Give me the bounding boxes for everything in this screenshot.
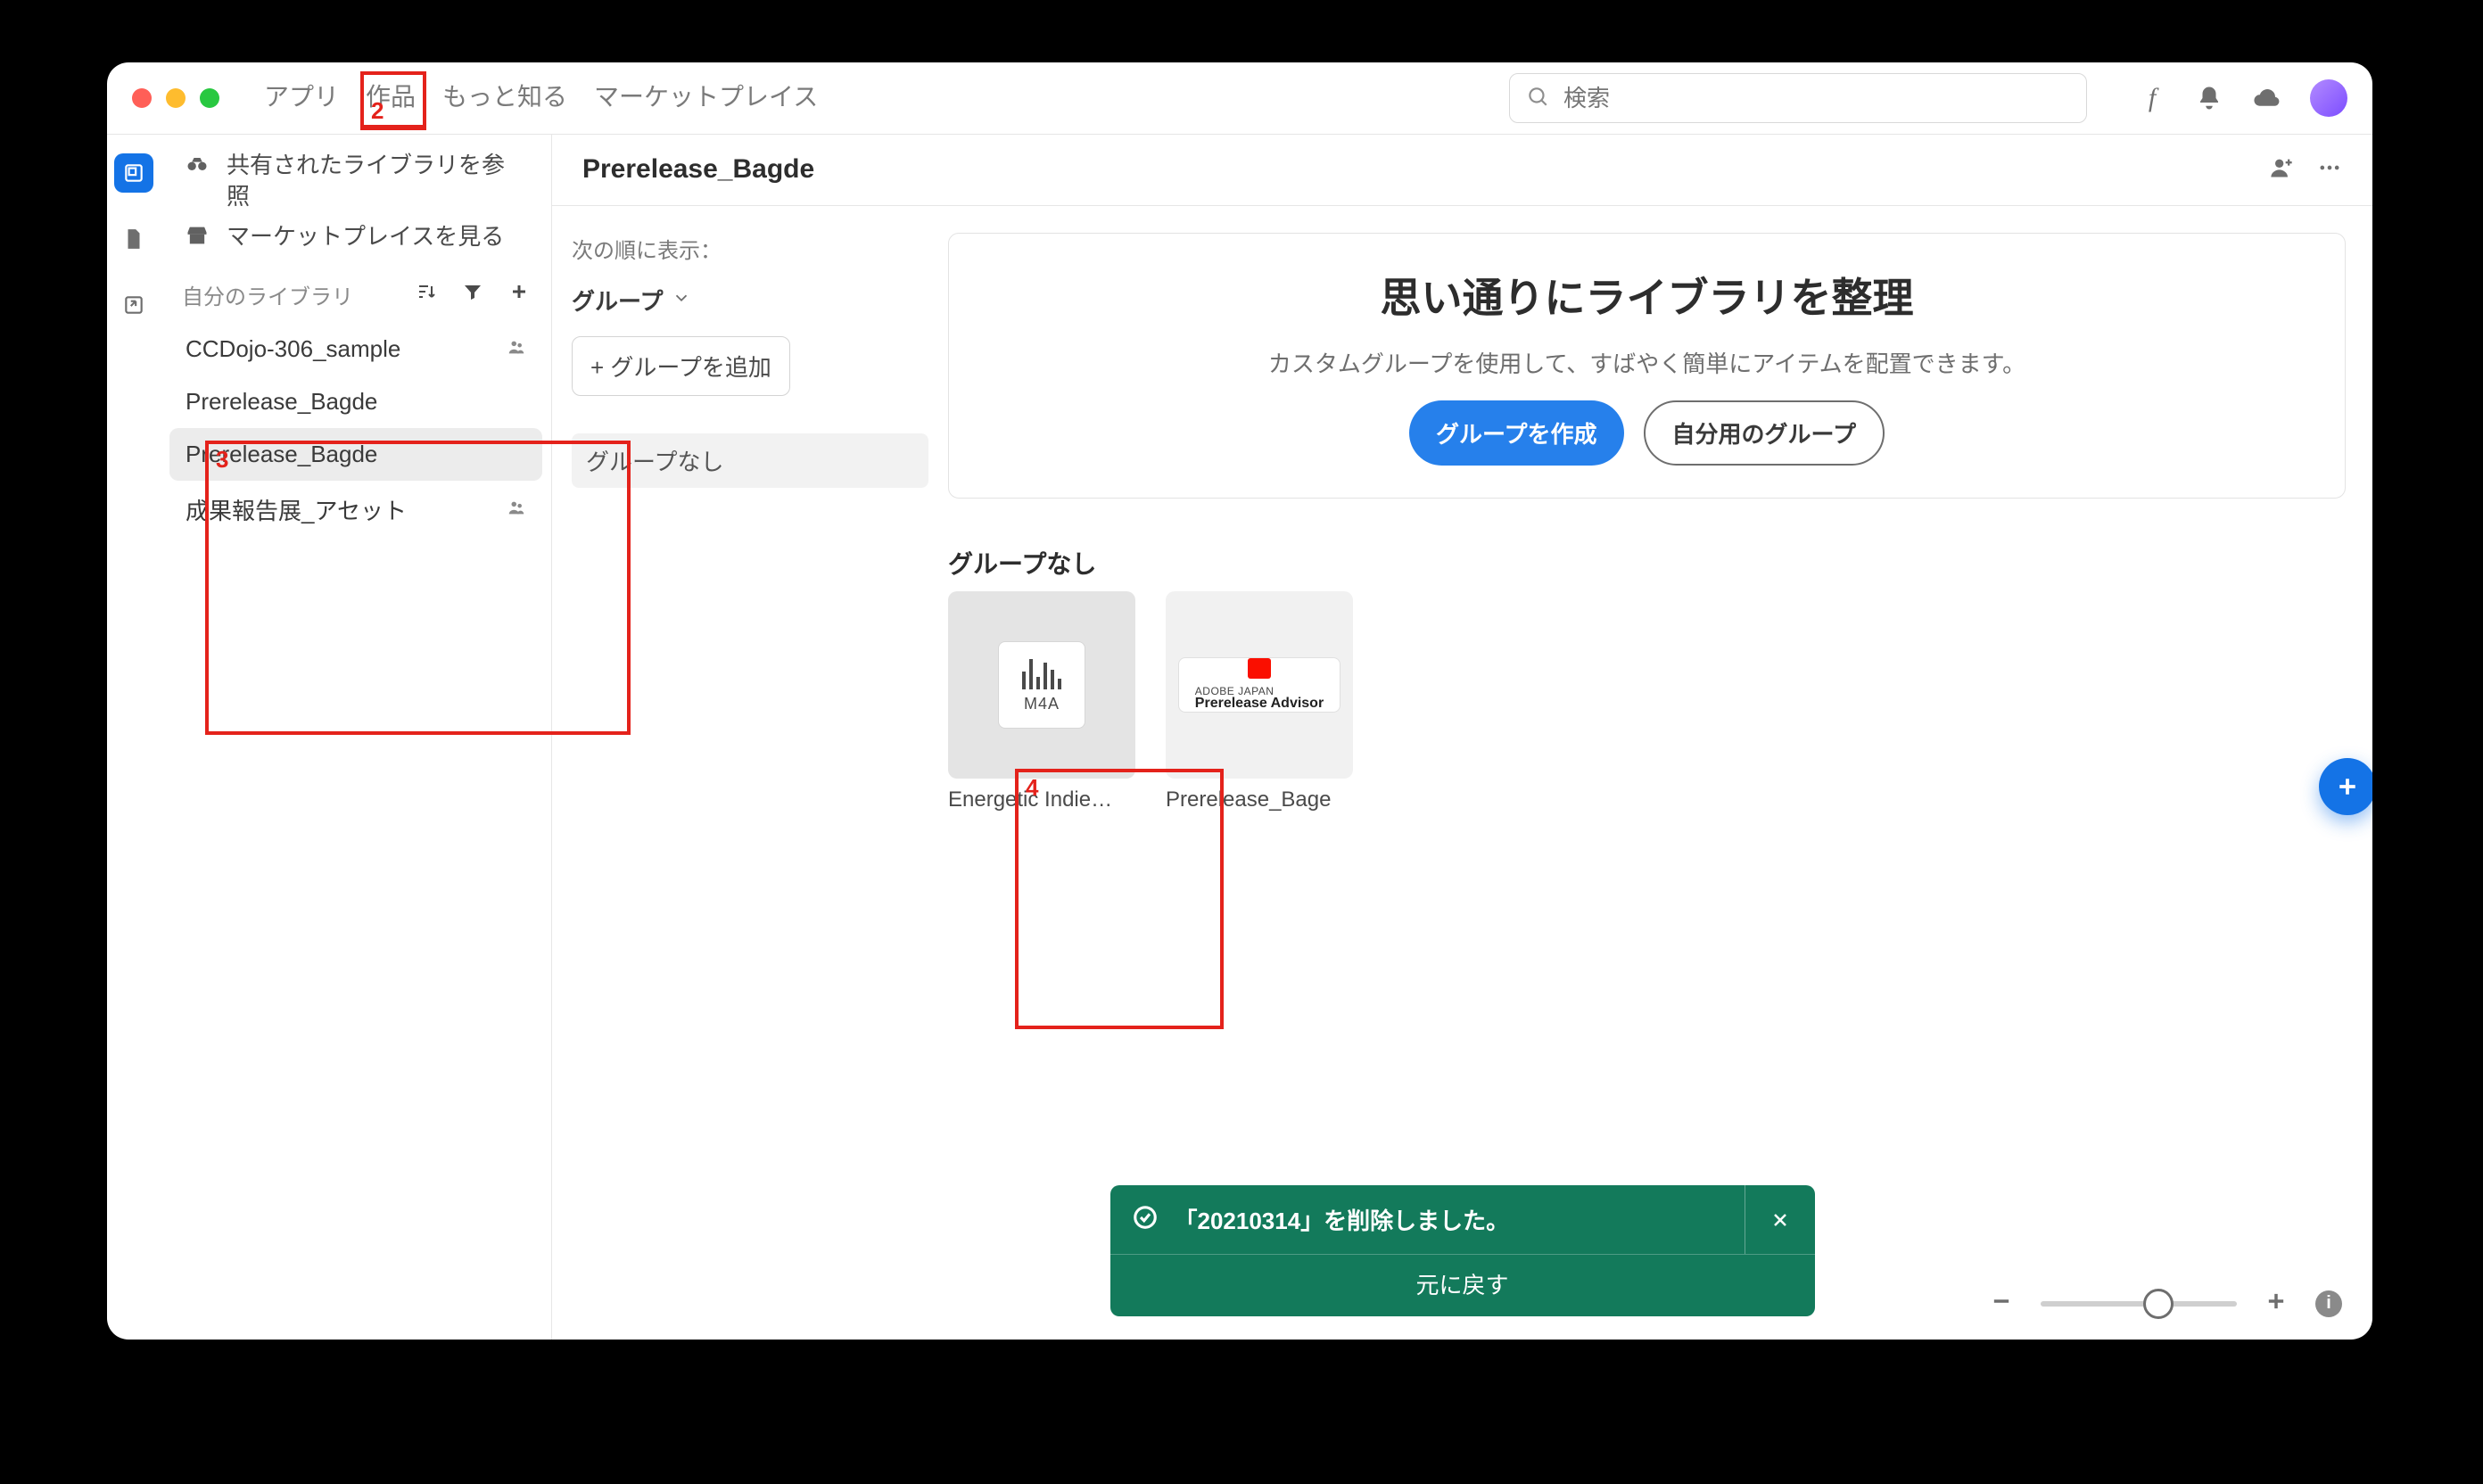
sidebar-links: 共有されたライブラリを参照 マーケットプレイスを見る <box>161 134 551 261</box>
library-item-1-name: Prerelease_Bagde <box>186 388 377 416</box>
main-body: 次の順に表示： グループ + グループを追加 グループなし 思い通りにライブラリ… <box>552 206 2372 1340</box>
zoom-slider[interactable] <box>2041 1301 2237 1307</box>
sidebar-link-marketplace[interactable]: マーケットプレイスを見る <box>182 221 530 252</box>
sidebar-header: 自分のライブラリ <box>161 261 551 317</box>
assets-section-title: グループなし <box>948 545 2346 581</box>
asset-card-0[interactable]: M4A Energetic Indie… <box>948 591 1135 812</box>
sidebar: 共有されたライブラリを参照 マーケットプレイスを見る 自分のライブラリ <box>161 134 552 1340</box>
menu-learn[interactable]: もっと知る <box>437 78 573 119</box>
adobe-logo-icon <box>1248 658 1271 679</box>
hero-banner: 思い通りにライブラリを整理 カスタムグループを使用して、すばやく簡単にアイテムを… <box>948 233 2346 499</box>
library-list: CCDojo-306_sample Prerelease_Bagde Prere… <box>161 317 551 539</box>
check-circle-icon <box>1132 1204 1159 1235</box>
main-header-icons <box>2269 155 2342 185</box>
fonts-icon[interactable]: f <box>2139 85 2165 111</box>
cloud-icon[interactable] <box>2253 85 2280 111</box>
rail-files[interactable] <box>114 219 153 259</box>
avatar[interactable] <box>2310 79 2347 117</box>
main-menus: アプリ 作品 もっと知る マーケットプレイス <box>259 78 823 119</box>
sidebar-link-shared-libs[interactable]: 共有されたライブラリを参照 <box>182 150 530 212</box>
library-title: Prerelease_Bagde <box>582 154 814 185</box>
library-item-0[interactable]: CCDojo-306_sample <box>169 323 542 375</box>
asset-card-1[interactable]: ADOBE JAPAN Prerelease Advisor Prereleas… <box>1166 591 1353 812</box>
toast-message: 「20210314」を削除しました。 <box>1175 1203 1728 1236</box>
content-area: 思い通りにライブラリを整理 カスタムグループを使用して、すばやく簡単にアイテムを… <box>948 206 2372 1340</box>
window-controls <box>132 88 219 108</box>
chevron-down-icon <box>672 286 691 314</box>
invite-icon[interactable] <box>2269 155 2294 185</box>
zoom-out-button[interactable] <box>1989 1289 2014 1318</box>
zoom-controls: i <box>1989 1289 2342 1318</box>
main: Prerelease_Bagde 次の順に表示： グループ + グループを追加 <box>552 134 2372 1340</box>
add-group-button[interactable]: + グループを追加 <box>572 336 790 396</box>
menu-works[interactable]: 作品 <box>360 78 421 119</box>
display-mode-value: グループ <box>572 284 663 317</box>
assets-section: グループなし M4A Energetic Indi <box>948 545 2346 812</box>
asset-name-0: Energetic Indie… <box>948 787 1135 812</box>
info-icon[interactable]: i <box>2315 1290 2342 1317</box>
search-input[interactable] <box>1562 84 2070 113</box>
menu-works-label: 作品 <box>366 83 416 111</box>
titlebar: アプリ 作品 もっと知る マーケットプレイス f <box>107 62 2372 135</box>
toast: 「20210314」を削除しました。 元に戻す <box>1110 1185 1815 1316</box>
sort-icon[interactable] <box>416 281 437 309</box>
binoculars-icon <box>182 152 212 177</box>
asset-grid: M4A Energetic Indie… <box>948 591 2346 812</box>
search-field[interactable] <box>1509 73 2087 123</box>
library-item-1[interactable]: Prerelease_Bagde <box>169 375 542 428</box>
display-mode[interactable]: グループ <box>572 284 928 317</box>
filter-icon[interactable] <box>462 281 483 309</box>
window-close[interactable] <box>132 88 152 108</box>
hero-title: 思い通りにライブラリを整理 <box>976 266 2318 325</box>
sidebar-link-shared-label: 共有されたライブラリを参照 <box>227 150 521 212</box>
app-window: アプリ 作品 もっと知る マーケットプレイス f <box>107 62 2372 1340</box>
sidebar-link-marketplace-label: マーケットプレイスを見る <box>227 221 504 252</box>
more-icon[interactable] <box>2317 155 2342 185</box>
hero-subtitle: カスタムグループを使用して、すばやく簡単にアイテムを配置できます。 <box>976 346 2318 379</box>
badge-big-text: Prerelease Advisor <box>1195 697 1324 712</box>
sidebar-tools <box>416 281 530 309</box>
zoom-knob[interactable] <box>2143 1289 2174 1319</box>
window-minimize[interactable] <box>166 88 186 108</box>
window-zoom[interactable] <box>200 88 219 108</box>
hero-buttons: グループを作成 自分用のグループ <box>976 400 2318 466</box>
menu-apps[interactable]: アプリ <box>259 78 344 119</box>
store-icon <box>182 223 212 248</box>
library-item-2-name: Prerelease_Bagde <box>186 441 377 468</box>
add-library-icon[interactable] <box>508 281 530 309</box>
notifications-icon[interactable] <box>2196 85 2223 111</box>
main-header: Prerelease_Bagde <box>552 134 2372 206</box>
sidebar-section-title: 自分のライブラリ <box>182 279 353 310</box>
shared-icon <box>507 496 526 524</box>
titlebar-right: f <box>2139 79 2347 117</box>
library-item-0-name: CCDojo-306_sample <box>186 335 400 363</box>
toast-undo-button[interactable]: 元に戻す <box>1415 1267 1508 1300</box>
library-item-3[interactable]: 成果報告展_アセット <box>169 481 542 539</box>
file-ext-label: M4A <box>1024 695 1060 713</box>
audio-file-icon: M4A <box>998 641 1085 729</box>
display-options: 次の順に表示： グループ + グループを追加 グループなし <box>552 206 948 1340</box>
asset-thumb-1: ADOBE JAPAN Prerelease Advisor <box>1166 591 1353 779</box>
search-icon <box>1526 85 1549 112</box>
zoom-in-button[interactable] <box>2264 1289 2289 1318</box>
left-rail <box>107 134 161 1340</box>
library-item-3-name: 成果報告展_アセット <box>186 493 407 526</box>
rail-share[interactable] <box>114 285 153 325</box>
asset-name-1: Prerelease_Bage <box>1166 787 1353 812</box>
library-item-2[interactable]: Prerelease_Bagde <box>169 428 542 481</box>
personal-group-button[interactable]: 自分用のグループ <box>1644 400 1885 466</box>
menu-marketplace[interactable]: マーケットプレイス <box>589 78 823 119</box>
body: 共有されたライブラリを参照 マーケットプレイスを見る 自分のライブラリ <box>107 134 2372 1340</box>
toast-close-button[interactable] <box>1745 1185 1815 1254</box>
asset-thumb-0: M4A <box>948 591 1135 779</box>
rail-libraries[interactable] <box>114 153 153 193</box>
add-fab[interactable] <box>2319 758 2372 815</box>
adobe-badge-icon: ADOBE JAPAN Prerelease Advisor <box>1178 657 1340 713</box>
display-label: 次の順に表示： <box>572 233 928 264</box>
create-group-button[interactable]: グループを作成 <box>1409 400 1623 466</box>
shared-icon <box>507 335 526 363</box>
group-none-row[interactable]: グループなし <box>572 433 928 488</box>
